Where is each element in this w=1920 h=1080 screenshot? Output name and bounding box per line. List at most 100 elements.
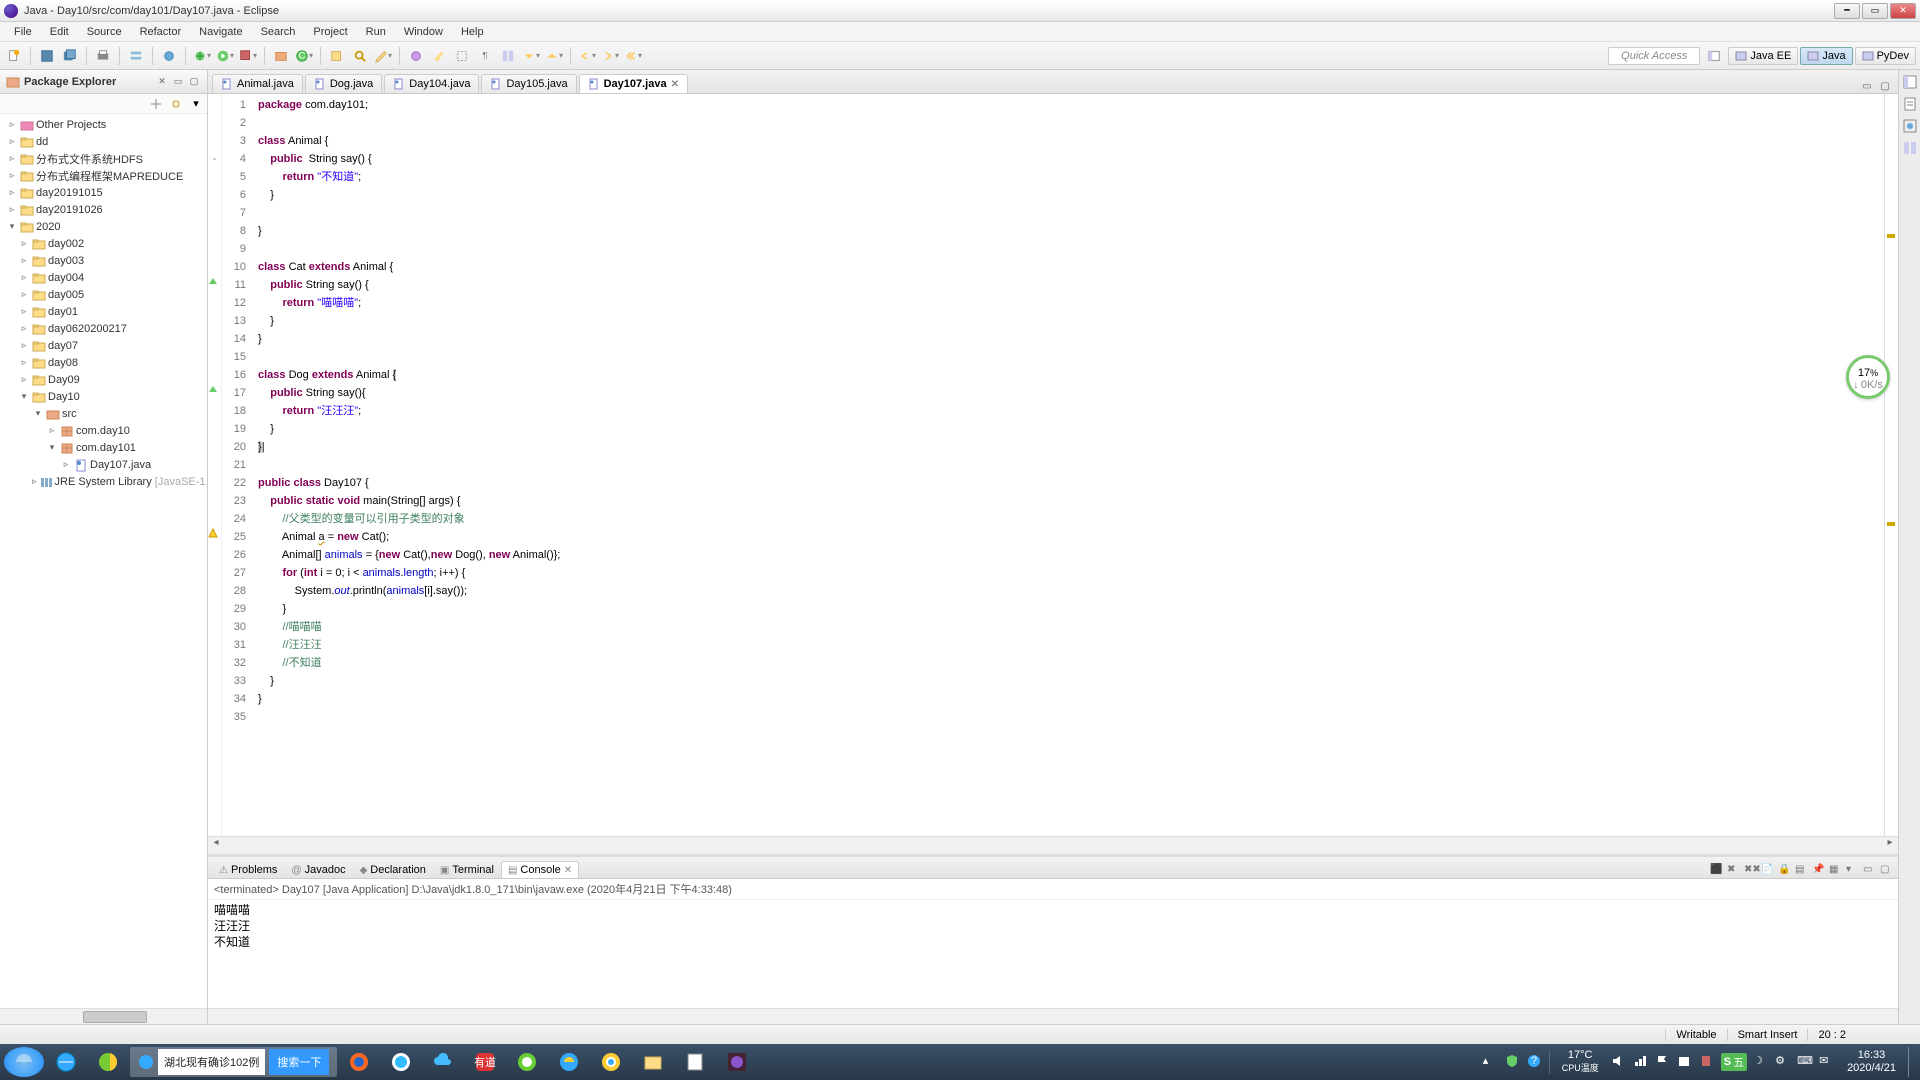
show-console-icon[interactable]: ▤ — [1795, 864, 1809, 878]
show-desktop-button[interactable] — [1908, 1047, 1916, 1077]
tab-console[interactable]: ▤Console ✕ — [501, 861, 579, 878]
toggle-breadcrumb-button[interactable] — [126, 46, 146, 66]
console-output[interactable]: 喵喵喵 汪汪汪 不知道 — [208, 900, 1898, 1008]
next-annotation-button[interactable]: ▾ — [521, 46, 541, 66]
open-task-button[interactable] — [406, 46, 426, 66]
prev-annotation-button[interactable]: ▾ — [544, 46, 564, 66]
tray-calendar-icon[interactable] — [1677, 1054, 1693, 1070]
tree-item-day005[interactable]: ▹day005 — [0, 286, 207, 303]
annotation-ruler[interactable]: - — [208, 94, 222, 836]
tab-javadoc[interactable]: @Javadoc — [284, 861, 352, 878]
editor-tab-day107-java[interactable]: Day107.java✕ — [579, 74, 688, 93]
min-icon[interactable]: ▭ — [1863, 864, 1877, 878]
start-button[interactable] — [4, 1047, 44, 1077]
debug-button[interactable]: ▾ — [192, 46, 212, 66]
menu-window[interactable]: Window — [396, 24, 451, 40]
collapse-all-icon[interactable] — [149, 97, 163, 111]
taskbar-search-task[interactable]: 湖北现有确诊102例 搜索一下 — [130, 1047, 337, 1077]
search-button[interactable]: 搜索一下 — [269, 1049, 329, 1075]
editor-tab-day105-java[interactable]: Day105.java — [481, 74, 576, 93]
remove-all-icon[interactable]: ✖✖ — [1744, 864, 1758, 878]
menu-file[interactable]: File — [6, 24, 40, 40]
skip-breakpoints-button[interactable] — [159, 46, 179, 66]
save-all-button[interactable] — [60, 46, 80, 66]
menu-navigate[interactable]: Navigate — [191, 24, 250, 40]
tree-item-day07[interactable]: ▹day07 — [0, 337, 207, 354]
taskbar-360-icon[interactable] — [507, 1047, 547, 1077]
terminate-icon[interactable]: ⬛ — [1710, 864, 1724, 878]
tray-show-hidden-icon[interactable]: ▴ — [1483, 1054, 1499, 1070]
back-button[interactable]: ▾ — [577, 46, 597, 66]
tasks-trim-icon[interactable] — [1902, 96, 1918, 112]
run-button[interactable]: ▾ — [215, 46, 235, 66]
bookmarks-trim-icon[interactable] — [1902, 118, 1918, 134]
tree-item-day20191026[interactable]: ▹day20191026 — [0, 201, 207, 218]
tree-horizontal-scrollbar[interactable] — [0, 1008, 207, 1024]
taskbar-explorer-icon[interactable] — [633, 1047, 673, 1077]
print-button[interactable] — [93, 46, 113, 66]
editor-body[interactable]: - 12345678910111213141516171819202122232… — [208, 94, 1898, 836]
taskbar-cloud-icon[interactable] — [423, 1047, 463, 1077]
save-button[interactable] — [37, 46, 57, 66]
overview-ruler[interactable] — [1884, 94, 1898, 836]
taskbar-firefox-icon[interactable] — [339, 1047, 379, 1077]
tray-cog-icon[interactable]: ⚙ — [1775, 1054, 1791, 1070]
tree-item-day01[interactable]: ▹day01 — [0, 303, 207, 320]
project-tree[interactable]: ▹Other Projects▹dd▹分布式文件系统HDFS▹分布式编程框架MA… — [0, 114, 207, 1008]
forward-button[interactable]: ▾ — [600, 46, 620, 66]
ime-indicator[interactable]: S五 — [1721, 1053, 1747, 1071]
perspective-pydev[interactable]: PyDev — [1855, 47, 1916, 65]
tree-item-day08[interactable]: ▹day08 — [0, 354, 207, 371]
tree-item-src[interactable]: ▾src — [0, 405, 207, 422]
minimap-trim-icon[interactable] — [1902, 140, 1918, 156]
editor-tab-day104-java[interactable]: Day104.java — [384, 74, 479, 93]
tree-item-day09[interactable]: ▹Day09 — [0, 371, 207, 388]
tree-item-other-projects[interactable]: ▹Other Projects — [0, 116, 207, 133]
clear-icon[interactable]: 📄 — [1761, 864, 1775, 878]
view-close-icon[interactable]: ✕ — [155, 75, 169, 89]
tray-temperature[interactable]: 17°C CPU温度 — [1556, 1049, 1605, 1075]
editor-tab-animal-java[interactable]: Animal.java — [212, 74, 303, 93]
code-area[interactable]: package com.day101;class Animal { public… — [252, 94, 1884, 836]
tab-terminal[interactable]: ▣Terminal — [433, 861, 501, 878]
tray-help-icon[interactable]: ? — [1527, 1054, 1543, 1070]
perspective-java[interactable]: Java — [1800, 47, 1852, 65]
quick-access-input[interactable]: Quick Access — [1608, 47, 1700, 65]
tree-item-day002[interactable]: ▹day002 — [0, 235, 207, 252]
link-editor-icon[interactable] — [169, 97, 183, 111]
menu-search[interactable]: Search — [253, 24, 304, 40]
tray-flag-icon[interactable] — [1655, 1054, 1671, 1070]
tray-msg-icon[interactable]: ✉ — [1819, 1054, 1835, 1070]
annotate-button[interactable]: ▾ — [373, 46, 393, 66]
tree-item-day003[interactable]: ▹day003 — [0, 252, 207, 269]
tree-item-2020[interactable]: ▾2020 — [0, 218, 207, 235]
editor-minimize-button[interactable]: ▭ — [1860, 79, 1874, 93]
taskbar-youdao-icon[interactable]: 有道 — [465, 1047, 505, 1077]
taskbar-eclipse-icon[interactable] — [717, 1047, 757, 1077]
editor-maximize-button[interactable]: ▢ — [1878, 79, 1892, 93]
editor-horizontal-scrollbar[interactable]: ◂▸ — [208, 836, 1898, 854]
tray-doc-icon[interactable] — [1699, 1054, 1715, 1070]
tree-item--mapreduce[interactable]: ▹分布式编程框架MAPREDUCE — [0, 167, 207, 184]
tree-item-dd[interactable]: ▹dd — [0, 133, 207, 150]
open-console-icon[interactable]: ▾ — [1846, 864, 1860, 878]
tray-moon-icon[interactable]: ☽ — [1753, 1054, 1769, 1070]
tab-problems[interactable]: ⚠Problems — [212, 861, 284, 878]
menu-project[interactable]: Project — [305, 24, 355, 40]
tray-volume-icon[interactable] — [1611, 1054, 1627, 1070]
tray-network-icon[interactable] — [1633, 1054, 1649, 1070]
perspective-java-ee[interactable]: Java EE — [1728, 47, 1798, 65]
menu-edit[interactable]: Edit — [42, 24, 77, 40]
tray-clock[interactable]: 16:33 2020/4/21 — [1841, 1049, 1902, 1075]
tree-item-day10[interactable]: ▾Day10 — [0, 388, 207, 405]
taskbar-app1-icon[interactable] — [88, 1047, 128, 1077]
taskbar-chrome-icon[interactable] — [591, 1047, 631, 1077]
taskbar-notepad-icon[interactable] — [675, 1047, 715, 1077]
menu-source[interactable]: Source — [79, 24, 130, 40]
last-edit-button[interactable]: ▾ — [623, 46, 643, 66]
outline-button[interactable] — [498, 46, 518, 66]
taskbar-ie2-icon[interactable] — [549, 1047, 589, 1077]
show-whitespace-button[interactable]: ¶ — [475, 46, 495, 66]
search-text[interactable]: 湖北现有确诊102例 — [158, 1049, 265, 1075]
tree-item--hdfs[interactable]: ▹分布式文件系统HDFS — [0, 150, 207, 167]
